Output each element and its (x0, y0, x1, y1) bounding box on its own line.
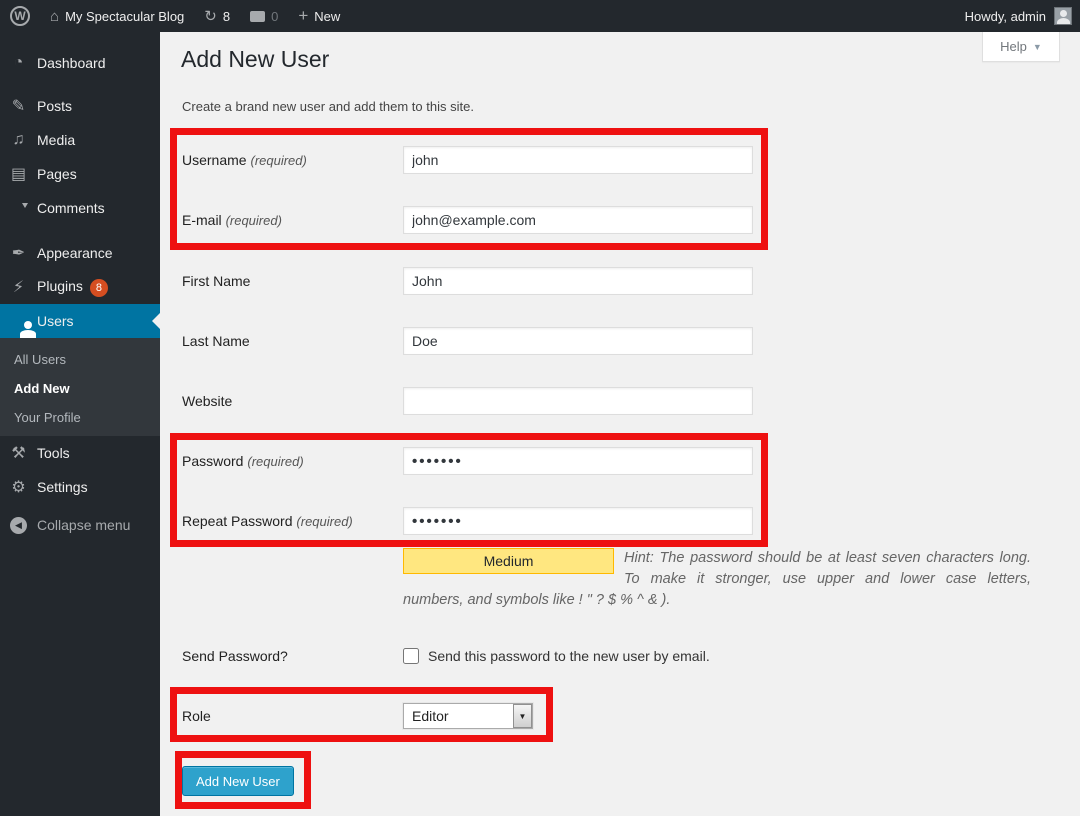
website-row: Website (182, 387, 753, 415)
sidebar-item-comments[interactable]: Comments (0, 191, 160, 225)
last-name-label: Last Name (182, 333, 403, 349)
email-label: E-mail (182, 212, 222, 228)
appearance-brush-icon: ✒ (0, 243, 37, 263)
comments-count: 0 (271, 9, 278, 24)
updates-icon: ↻ (204, 7, 217, 25)
help-button[interactable]: Help ▼ (982, 32, 1060, 62)
website-input[interactable] (403, 387, 753, 415)
pages-icon: ▤ (0, 164, 37, 184)
wordpress-logo-icon: W (10, 6, 30, 26)
avatar (1054, 7, 1072, 25)
repeat-password-input[interactable] (403, 507, 753, 535)
sidebar-item-dashboard[interactable]: ◔ Dashboard (0, 46, 160, 80)
site-name: My Spectacular Blog (65, 9, 184, 24)
users-submenu: All Users Add New Your Profile (0, 338, 160, 436)
wordpress-admin-page: W ⌂ My Spectacular Blog ↻ 8 0 + New Howd… (0, 0, 1080, 816)
username-row: Username (required) (182, 146, 753, 174)
main-content: Add New User Help ▼ Create a brand new u… (160, 32, 1080, 816)
page-title: Add New User (181, 46, 329, 73)
new-content-link[interactable]: + New (288, 0, 350, 32)
password-label: Password (182, 453, 243, 469)
collapse-arrow-icon: ◀ (0, 517, 37, 534)
sidebar-item-plugins[interactable]: ⚡ Plugins8 (0, 270, 160, 304)
sidebar-item-pages[interactable]: ▤ Pages (0, 157, 160, 191)
repeat-password-label: Repeat Password (182, 513, 293, 529)
email-input[interactable] (403, 206, 753, 234)
sidebar-item-posts[interactable]: ✎ Posts (0, 89, 160, 123)
tools-wrench-icon: ⚒ (0, 443, 37, 463)
email-row: E-mail (required) (182, 206, 753, 234)
role-select[interactable]: Editor ▼ (403, 703, 533, 729)
updates-count: 8 (223, 9, 230, 24)
password-input[interactable] (403, 447, 753, 475)
media-icon: ♫ (0, 131, 37, 149)
send-password-row: Send Password? Send this password to the… (182, 646, 710, 666)
sidebar-item-users[interactable]: Users (0, 304, 160, 338)
site-name-link[interactable]: ⌂ My Spectacular Blog (40, 0, 194, 32)
wp-logo-menu[interactable]: W (0, 0, 40, 32)
plus-icon: + (298, 6, 308, 26)
password-strength-meter: Medium (403, 548, 614, 574)
chevron-down-icon: ▼ (1033, 42, 1042, 52)
last-name-input[interactable] (403, 327, 753, 355)
home-icon: ⌂ (50, 8, 59, 25)
admin-bar: W ⌂ My Spectacular Blog ↻ 8 0 + New Howd… (0, 0, 1080, 32)
send-password-label: Send Password? (182, 648, 403, 664)
select-dropdown-arrow-icon: ▼ (513, 704, 532, 728)
send-password-checkbox-label: Send this password to the new user by em… (428, 648, 710, 664)
role-label: Role (182, 708, 403, 724)
username-input[interactable] (403, 146, 753, 174)
send-password-checkbox[interactable] (403, 648, 419, 664)
settings-sliders-icon: ⚙ (0, 477, 37, 497)
first-name-input[interactable] (403, 267, 753, 295)
website-label: Website (182, 393, 403, 409)
sidebar-item-media[interactable]: ♫ Media (0, 123, 160, 157)
repeat-password-row: Repeat Password (required) (182, 507, 753, 535)
new-label: New (314, 9, 340, 24)
sidebar-item-appearance[interactable]: ✒ Appearance (0, 236, 160, 270)
submenu-your-profile[interactable]: Your Profile (0, 403, 160, 432)
plugins-update-badge: 8 (90, 279, 108, 297)
howdy-text: Howdy, admin (965, 9, 1046, 24)
sidebar-item-tools[interactable]: ⚒ Tools (0, 436, 160, 470)
admin-sidebar: ◔ Dashboard ✎ Posts ♫ Media ▤ Pages Comm… (0, 32, 160, 816)
comments-link[interactable]: 0 (240, 0, 288, 32)
sidebar-item-settings[interactable]: ⚙ Settings (0, 470, 160, 504)
role-selected-value: Editor (404, 708, 513, 724)
password-row: Password (required) (182, 447, 753, 475)
last-name-row: Last Name (182, 327, 753, 355)
plugin-icon: ⚡ (0, 277, 37, 297)
updates-link[interactable]: ↻ 8 (194, 0, 240, 32)
first-name-label: First Name (182, 273, 403, 289)
username-label: Username (182, 152, 247, 168)
page-subtitle: Create a brand new user and add them to … (182, 99, 474, 114)
submenu-add-new[interactable]: Add New (0, 374, 160, 403)
collapse-menu-button[interactable]: ◀ Collapse menu (0, 508, 160, 542)
account-menu[interactable]: Howdy, admin (965, 0, 1072, 32)
password-hint-block: Medium Hint: The password should be at l… (403, 548, 1031, 611)
role-row: Role Editor ▼ (182, 703, 533, 729)
comment-bubble-icon (250, 11, 265, 22)
submenu-all-users[interactable]: All Users (0, 345, 160, 374)
add-new-user-button[interactable]: Add New User (182, 766, 294, 796)
dashboard-icon: ◔ (0, 54, 37, 72)
first-name-row: First Name (182, 267, 753, 295)
pushpin-icon: ✎ (0, 96, 37, 116)
